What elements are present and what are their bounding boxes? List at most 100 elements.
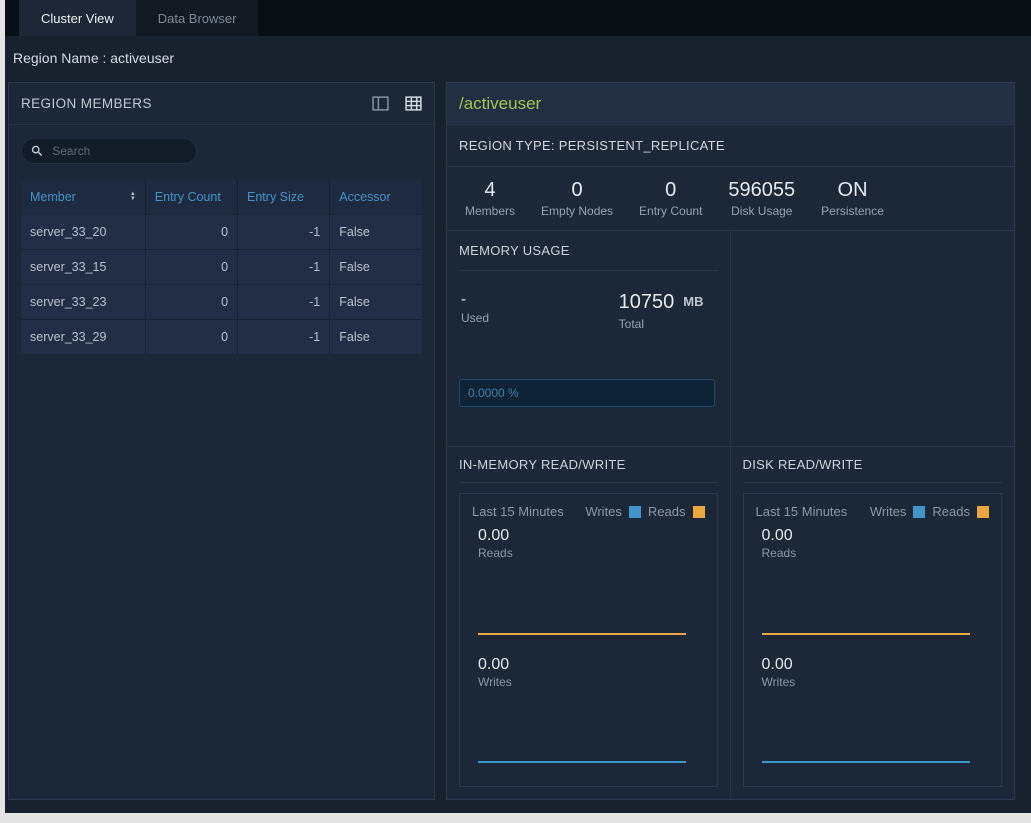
chart-time-label: Last 15 Minutes [756, 504, 848, 519]
member-name-cell[interactable]: server_33_15 [21, 250, 145, 285]
column-header-entry-size[interactable]: Entry Size [238, 180, 330, 215]
search-input[interactable] [50, 143, 187, 159]
legend-reads-label: Reads [648, 504, 686, 519]
chart-legend: Writes Reads [870, 504, 989, 519]
tab-cluster-view[interactable]: Cluster View [19, 0, 136, 36]
entry-size-cell: -1 [238, 320, 330, 355]
region-detail-header: /activeuser [447, 83, 1014, 125]
in-memory-chart-section: IN-MEMORY READ/WRITE Last 15 Minutes Wri… [447, 447, 731, 799]
member-name-cell[interactable]: server_33_29 [21, 320, 145, 355]
disk-chart-box: Last 15 Minutes Writes Reads 0.00 Reads [743, 493, 1003, 787]
entry-count-cell: 0 [145, 250, 237, 285]
entry-count-cell: 0 [145, 215, 237, 250]
reads-line [478, 633, 686, 635]
search-icon [31, 144, 43, 158]
reads-metric: 0.00 Reads [472, 527, 705, 560]
stat-label: Persistence [821, 204, 884, 218]
stat-value: 4 [465, 179, 515, 202]
stat-value: ON [821, 179, 884, 202]
legend-writes-label: Writes [585, 504, 622, 519]
memory-usage-meter: 0.0000 % [459, 379, 715, 407]
table-row[interactable]: server_33_23 0 -1 False [21, 285, 422, 320]
writes-line [478, 761, 686, 763]
chart-time-label: Last 15 Minutes [472, 504, 564, 519]
entry-size-cell: -1 [238, 285, 330, 320]
reads-swatch-icon [977, 506, 989, 518]
stat-value: 0 [639, 179, 702, 202]
member-name-cell[interactable]: server_33_23 [21, 285, 145, 320]
reads-value: 0.00 [478, 527, 705, 545]
memory-usage-section: MEMORY USAGE - Used 10750 Total MB [447, 231, 1014, 447]
reads-sparkline [478, 564, 697, 640]
writes-swatch-icon [913, 506, 925, 518]
chart-meta-row: Last 15 Minutes Writes Reads [472, 504, 705, 519]
memory-total-label: Total [619, 317, 675, 331]
in-memory-chart-title: IN-MEMORY READ/WRITE [459, 457, 718, 483]
entry-size-cell: -1 [238, 215, 330, 250]
column-header-member[interactable]: Member ▲▼ [21, 180, 145, 215]
accessor-cell: False [330, 250, 422, 285]
chart-meta-row: Last 15 Minutes Writes Reads [756, 504, 990, 519]
memory-values: - Used 10750 Total MB [459, 291, 718, 331]
stat-entry-count: 0 Entry Count [639, 179, 702, 218]
reads-line [762, 633, 971, 635]
memory-total-unit: MB [683, 294, 703, 331]
grid-view-icon[interactable] [405, 95, 422, 112]
entry-count-cell: 0 [145, 320, 237, 355]
disk-chart-section: DISK READ/WRITE Last 15 Minutes Writes R… [731, 447, 1015, 799]
writes-line [762, 761, 971, 763]
main-content: REGION MEMBERS [5, 80, 1031, 811]
column-header-entry-count[interactable]: Entry Count [145, 180, 237, 215]
region-members-header: REGION MEMBERS [9, 83, 434, 125]
search-box[interactable] [21, 138, 197, 164]
stat-empty-nodes: 0 Empty Nodes [541, 179, 613, 218]
stat-disk-usage: 596055 Disk Usage [728, 179, 795, 218]
reads-value: 0.00 [762, 527, 990, 545]
accessor-cell: False [330, 285, 422, 320]
column-header-accessor[interactable]: Accessor [330, 180, 422, 215]
stat-label: Disk Usage [728, 204, 795, 218]
search-row [9, 125, 434, 172]
stat-value: 0 [541, 179, 613, 202]
members-table-header-row: Member ▲▼ Entry Count Entry Size Accesso… [21, 180, 422, 215]
memory-used-value: - [461, 291, 489, 308]
reads-label: Reads [762, 546, 990, 560]
region-members-panel: REGION MEMBERS [8, 82, 435, 800]
table-row[interactable]: server_33_15 0 -1 False [21, 250, 422, 285]
tab-data-browser[interactable]: Data Browser [136, 0, 259, 36]
writes-metric: 0.00 Writes [756, 656, 990, 689]
entry-size-cell: -1 [238, 250, 330, 285]
table-row[interactable]: server_33_20 0 -1 False [21, 215, 422, 250]
member-name-cell[interactable]: server_33_20 [21, 215, 145, 250]
top-tab-bar: Cluster View Data Browser [5, 0, 1031, 36]
detail-view-icon[interactable] [372, 95, 389, 112]
region-type-label: REGION TYPE: PERSISTENT_REPLICATE [447, 125, 1014, 167]
legend-writes-label: Writes [870, 504, 907, 519]
stat-label: Entry Count [639, 204, 702, 218]
region-stats-row: 4 Members 0 Empty Nodes 0 Entry Count 59… [447, 167, 1014, 231]
stat-persistence: ON Persistence [821, 179, 884, 218]
accessor-cell: False [330, 215, 422, 250]
memory-usage-column: MEMORY USAGE - Used 10750 Total MB [447, 231, 731, 446]
memory-used-label: Used [461, 311, 489, 325]
region-name-bar: Region Name : activeuser [5, 36, 1031, 80]
in-memory-chart-box: Last 15 Minutes Writes Reads 0.00 Reads [459, 493, 718, 787]
region-members-title: REGION MEMBERS [21, 96, 152, 111]
writes-label: Writes [478, 675, 705, 689]
sort-icon[interactable]: ▲▼ [130, 192, 136, 202]
memory-total: 10750 Total MB [619, 291, 704, 331]
reads-metric: 0.00 Reads [756, 527, 990, 560]
writes-value: 0.00 [762, 656, 990, 674]
entry-count-cell: 0 [145, 285, 237, 320]
writes-metric: 0.00 Writes [472, 656, 705, 689]
memory-section-spacer [731, 231, 1015, 446]
region-title: /activeuser [459, 94, 541, 114]
writes-value: 0.00 [478, 656, 705, 674]
members-table: Member ▲▼ Entry Count Entry Size Accesso… [21, 180, 422, 354]
stat-label: Members [465, 204, 515, 218]
reads-sparkline [762, 564, 982, 640]
column-header-member-label: Member [30, 190, 76, 204]
table-row[interactable]: server_33_29 0 -1 False [21, 320, 422, 355]
stat-members: 4 Members [465, 179, 515, 218]
writes-sparkline [762, 693, 982, 769]
